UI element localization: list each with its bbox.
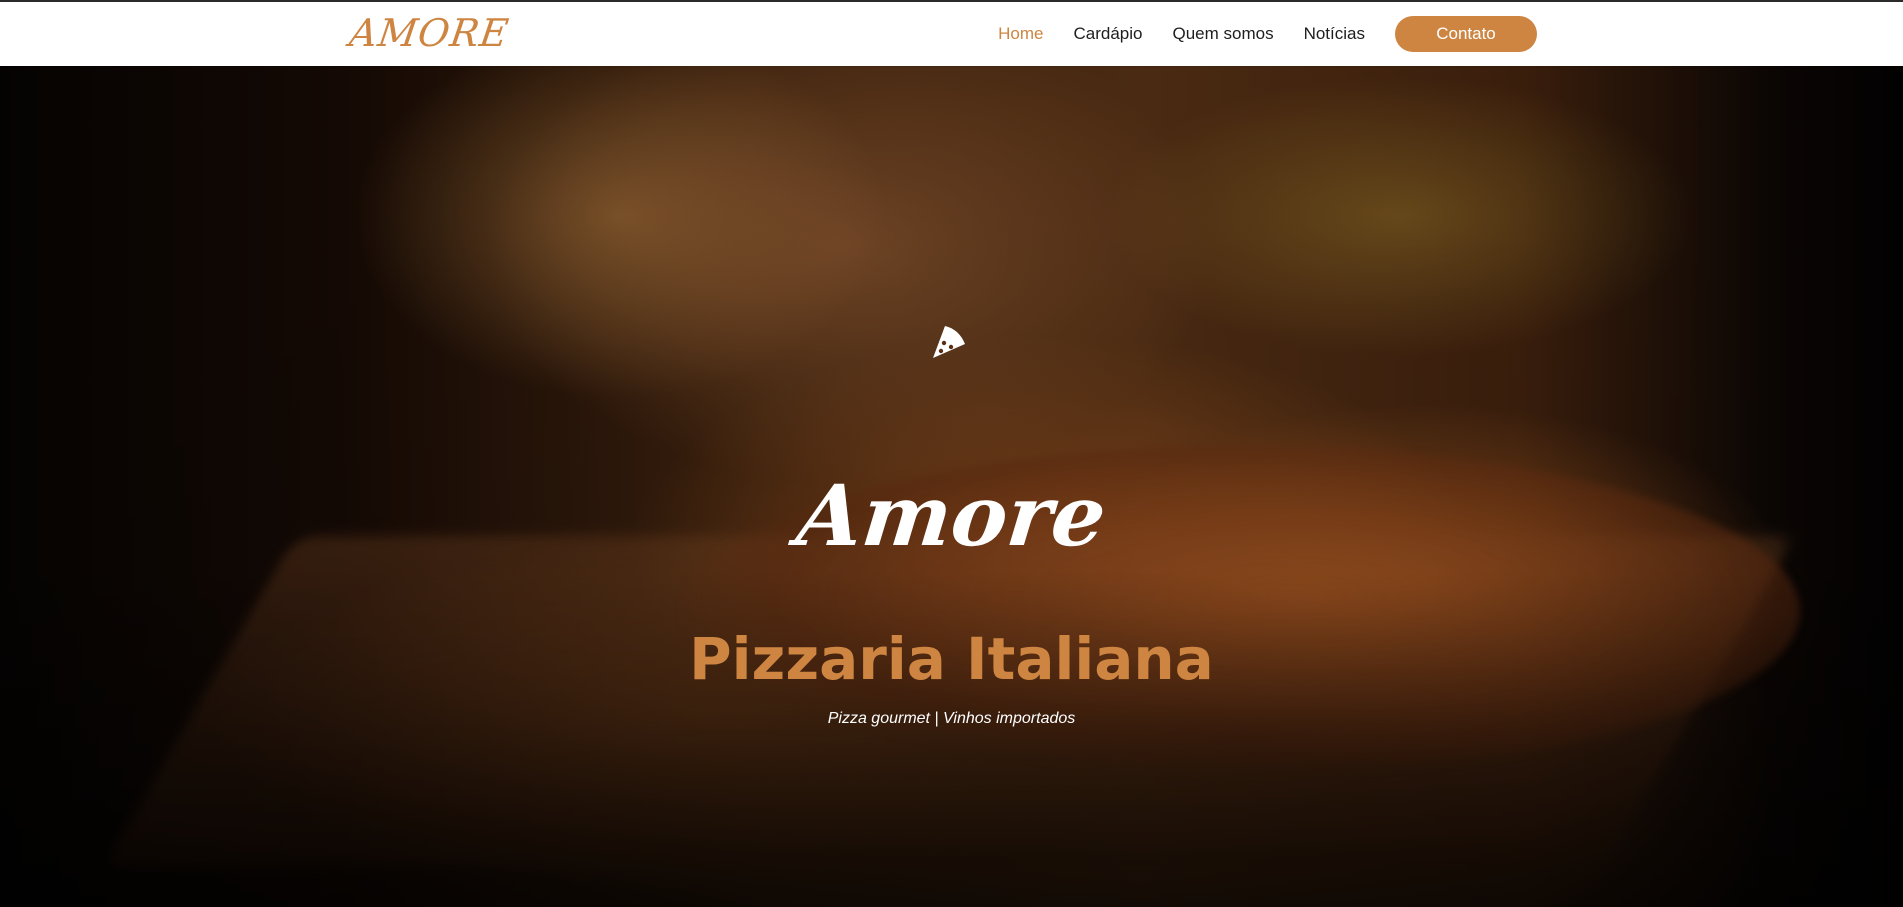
hero-title: Pizzaria Italiana [689,625,1214,693]
navbar: AMORE Home Cardápio Quem somos Notícias … [0,2,1903,66]
hero-subtitle: Pizza gourmet | Vinhos importados [827,710,1076,727]
hero-content: Amore Pizzaria Italiana Pizza gourmet | … [0,66,1903,907]
hero-script-title: Amore [792,466,1111,565]
main-menu: Home Cardápio Quem somos Notícias Contat… [998,2,1903,66]
nav-quem-somos[interactable]: Quem somos [1172,24,1273,44]
logo[interactable]: AMORE [347,11,512,55]
nav-cardapio[interactable]: Cardápio [1073,24,1142,44]
hero-section: Amore Pizzaria Italiana Pizza gourmet | … [0,66,1903,907]
nav-home[interactable]: Home [998,24,1043,44]
pizza-slice-icon [933,326,965,358]
contato-button[interactable]: Contato [1395,16,1537,52]
nav-noticias[interactable]: Notícias [1304,24,1365,44]
